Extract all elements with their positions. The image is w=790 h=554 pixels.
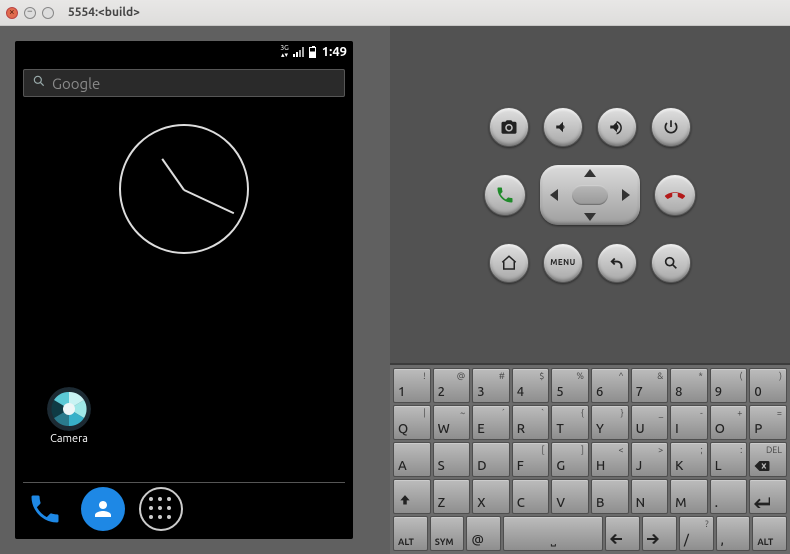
key-6[interactable]: 6^	[591, 368, 629, 403]
camera-button[interactable]	[489, 107, 529, 147]
key-u[interactable]: U_	[631, 405, 669, 440]
network-type: 3G▴▾	[280, 45, 289, 59]
key-sym[interactable]: SYM	[430, 516, 465, 551]
window-minimize-button[interactable]	[24, 7, 36, 19]
key-p[interactable]: P=	[749, 405, 787, 440]
key-space[interactable]: ⎵	[503, 516, 603, 551]
emulator-frame: 3G▴▾ 1:49 Google	[0, 26, 390, 554]
analog-clock-widget[interactable]	[119, 124, 249, 254]
key-y[interactable]: Y}	[591, 405, 629, 440]
clock-face	[119, 124, 249, 254]
key-f[interactable]: F[	[512, 442, 550, 477]
dpad-down[interactable]	[584, 213, 596, 221]
grid-icon	[149, 497, 173, 521]
key-.[interactable]: .	[710, 479, 748, 514]
key-b[interactable]: B	[591, 479, 629, 514]
battery-icon	[309, 47, 316, 58]
key-h[interactable]: H<	[591, 442, 629, 477]
homescreen-dock	[23, 485, 345, 533]
dpad-right[interactable]	[622, 189, 630, 201]
key-t[interactable]: T{	[551, 405, 589, 440]
end-call-button[interactable]	[654, 174, 696, 216]
key-x[interactable]: X	[472, 479, 510, 514]
key-alt[interactable]: ALT	[393, 516, 428, 551]
key-r[interactable]: R`	[512, 405, 550, 440]
volume-up-button[interactable]	[597, 107, 637, 147]
key-5[interactable]: 5%	[551, 368, 589, 403]
dpad-left[interactable]	[550, 189, 558, 201]
key-a[interactable]: A	[393, 442, 431, 477]
app-drawer-button[interactable]	[139, 487, 183, 531]
dpad-center[interactable]	[572, 185, 608, 205]
app-label: Camera	[47, 433, 91, 445]
minute-hand	[184, 189, 235, 214]
device-screen[interactable]: 3G▴▾ 1:49 Google	[15, 41, 353, 539]
key-@[interactable]: @	[466, 516, 501, 551]
key-v[interactable]: V	[551, 479, 589, 514]
key-/[interactable]: /?	[679, 516, 714, 551]
back-button[interactable]	[597, 243, 637, 283]
key-z[interactable]: Z	[433, 479, 471, 514]
power-button[interactable]	[651, 107, 691, 147]
google-search-widget[interactable]: Google	[23, 69, 345, 97]
key-i[interactable]: I-	[670, 405, 708, 440]
key-4[interactable]: 4$	[512, 368, 550, 403]
key-m[interactable]: M	[670, 479, 708, 514]
status-bar[interactable]: 3G▴▾ 1:49	[15, 41, 353, 63]
key-left[interactable]	[605, 516, 640, 551]
key-g[interactable]: G]	[551, 442, 589, 477]
key-9[interactable]: 9(	[710, 368, 748, 403]
search-button[interactable]	[651, 243, 691, 283]
key-alt[interactable]: ALT	[752, 516, 787, 551]
key-l[interactable]: L:	[710, 442, 748, 477]
key-o[interactable]: O+	[710, 405, 748, 440]
key-enter[interactable]	[749, 479, 787, 514]
key-1[interactable]: 1!	[393, 368, 431, 403]
key-right[interactable]	[642, 516, 677, 551]
key-e[interactable]: E´	[472, 405, 510, 440]
window-titlebar: 5554:<build>	[0, 0, 790, 26]
dock-divider	[23, 482, 345, 483]
key-3[interactable]: 3#	[472, 368, 510, 403]
key-7[interactable]: 7&	[631, 368, 669, 403]
menu-button[interactable]: MENU	[543, 243, 583, 283]
window-title: 5554:<build>	[68, 6, 140, 19]
dpad-up[interactable]	[584, 169, 596, 177]
emulator-side-panel: MENU 1!2@3#4$5%6^7&8*9(0) Q|W~E´R`T{Y}U_…	[390, 26, 790, 554]
window-maximize-button[interactable]	[42, 7, 54, 19]
key-c[interactable]: C	[512, 479, 550, 514]
key-k[interactable]: K;	[670, 442, 708, 477]
key-,[interactable]: ,	[716, 516, 751, 551]
hour-hand	[161, 158, 184, 190]
key-0[interactable]: 0)	[749, 368, 787, 403]
key-j[interactable]: J>	[631, 442, 669, 477]
camera-icon	[47, 387, 91, 431]
key-n[interactable]: N	[631, 479, 669, 514]
key-s[interactable]: S	[433, 442, 471, 477]
key-w[interactable]: W~	[433, 405, 471, 440]
status-time: 1:49	[322, 45, 347, 59]
window-close-button[interactable]	[6, 7, 18, 19]
volume-down-button[interactable]	[543, 107, 583, 147]
phone-app[interactable]	[23, 487, 67, 531]
contacts-app[interactable]	[81, 487, 125, 531]
dpad	[540, 165, 640, 225]
key-d[interactable]: D	[472, 442, 510, 477]
signal-icon	[293, 47, 305, 57]
search-placeholder: Google	[52, 75, 100, 92]
call-button[interactable]	[484, 174, 526, 216]
hardware-buttons: MENU	[390, 26, 790, 363]
search-icon	[32, 74, 46, 92]
hardware-keyboard: 1!2@3#4$5%6^7&8*9(0) Q|W~E´R`T{Y}U_I-O+P…	[390, 363, 790, 554]
camera-app-shortcut[interactable]: Camera	[47, 387, 91, 445]
key-2[interactable]: 2@	[433, 368, 471, 403]
home-button[interactable]	[489, 243, 529, 283]
key-8[interactable]: 8*	[670, 368, 708, 403]
key-delete[interactable]: DEL	[749, 442, 787, 477]
key-q[interactable]: Q|	[393, 405, 431, 440]
key-shift[interactable]	[393, 479, 431, 514]
